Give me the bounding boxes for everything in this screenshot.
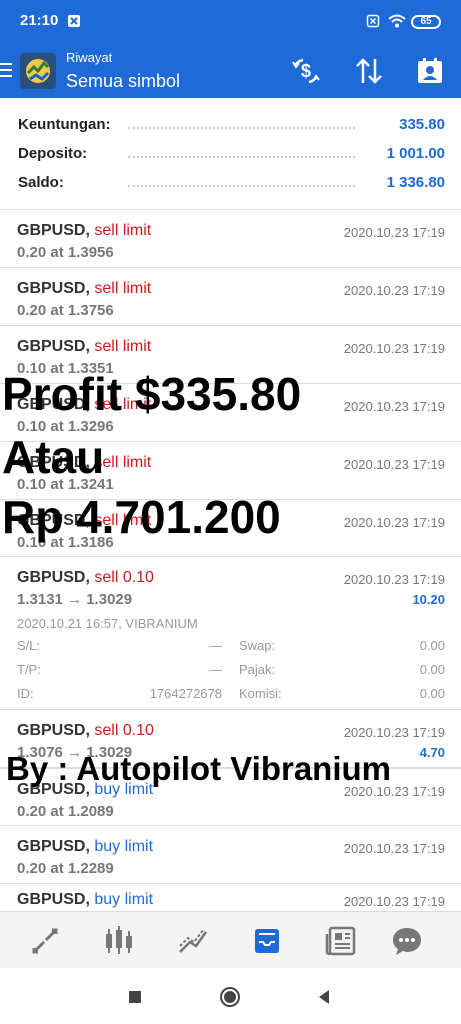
back-icon[interactable] — [313, 986, 335, 1008]
overlay-author-text: By : Autopilot Vibranium — [6, 750, 391, 787]
sl-label: S/L: — [17, 638, 41, 653]
order-volume-price: 0.20 at 1.2089 — [17, 803, 114, 820]
deal-time: 2020.10.23 17:19 — [343, 572, 445, 587]
deal-type: sell 0.10 — [94, 569, 154, 586]
order-time: 2020.10.23 17:19 — [343, 841, 445, 856]
order-time: 2020.10.23 17:19 — [343, 399, 445, 414]
news-icon[interactable] — [324, 924, 358, 958]
commission-value: 0.00 — [419, 686, 445, 701]
balance-row: Saldo: 1 336.80 — [18, 174, 445, 196]
tp-label: T/P: — [17, 662, 41, 677]
order-time: 2020.10.23 17:19 — [343, 515, 445, 530]
bottom-navigation — [0, 911, 461, 968]
commission-label: Komisi: — [239, 686, 282, 701]
tax-value: 0.00 — [419, 662, 445, 677]
order-time: 2020.10.23 17:19 — [343, 341, 445, 356]
deal-prices: 1.3131 → 1.3029 — [17, 591, 133, 608]
order-symbol: GBPUSD, — [17, 338, 90, 355]
header-title[interactable]: Semua simbol — [66, 71, 180, 92]
id-label: ID: — [17, 686, 34, 701]
order-type: buy limit — [94, 891, 154, 908]
chart-icon[interactable] — [102, 924, 136, 958]
trade-icon[interactable] — [28, 924, 62, 958]
deal-symbol: GBPUSD, — [17, 722, 90, 739]
order-symbol: GBPUSD, — [17, 280, 90, 297]
status-bar: 21:10 65 — [0, 0, 461, 40]
recent-apps-icon[interactable] — [124, 986, 146, 1008]
status-time: 21:10 — [20, 12, 59, 29]
indicator-icon[interactable] — [176, 924, 210, 958]
order-type: sell limit — [94, 222, 152, 239]
deal-time: 2020.10.23 17:19 — [343, 725, 445, 740]
wifi-icon — [388, 14, 406, 28]
order-time: 2020.10.23 17:19 — [343, 283, 445, 298]
deal-open-info: 2020.10.21 16:57, VIBRANIUM — [17, 616, 198, 631]
overlay-profit-text: Profit $335.80 — [2, 368, 302, 420]
overlay-rupiah-text: Rp 4.701.200 — [2, 491, 281, 543]
order-volume-price: 0.20 at 1.2289 — [17, 860, 114, 877]
swap-label: Swap: — [239, 638, 276, 653]
swap-value: 0.00 — [419, 638, 445, 653]
deposit-row: Deposito: 1 001.00 — [18, 145, 445, 167]
system-navigation-bar — [0, 968, 461, 1024]
menu-icon[interactable] — [0, 63, 12, 77]
tp-value: — — [209, 662, 222, 677]
profit-value: 335.80 — [393, 116, 445, 133]
order-row[interactable]: GBPUSD, buy limit 2020.10.23 17:19 — [0, 884, 461, 911]
deal-symbol: GBPUSD, — [17, 569, 90, 586]
home-icon[interactable] — [219, 986, 241, 1008]
order-row[interactable]: GBPUSD, sell limit 0.20 at 1.3956 2020.1… — [0, 210, 461, 268]
deposit-label: Deposito: — [18, 145, 94, 162]
deal-type: sell 0.10 — [94, 722, 154, 739]
sim-icon — [366, 14, 380, 28]
chat-icon[interactable] — [390, 924, 424, 958]
svg-text:$: $ — [301, 61, 311, 81]
deal-profit: 4.70 — [419, 745, 445, 760]
order-time: 2020.10.23 17:19 — [343, 225, 445, 240]
history-icon[interactable] — [250, 924, 284, 958]
order-time: 2020.10.23 17:19 — [343, 894, 445, 909]
order-symbol: GBPUSD, — [17, 222, 90, 239]
order-volume-price: 0.20 at 1.3956 — [17, 244, 114, 261]
order-row[interactable]: GBPUSD, sell limit 0.20 at 1.3756 2020.1… — [0, 268, 461, 326]
order-time: 2020.10.23 17:19 — [343, 457, 445, 472]
sort-icon[interactable] — [354, 56, 384, 86]
id-value: 1764272678 — [149, 686, 222, 701]
calendar-icon[interactable] — [415, 56, 445, 86]
order-type: buy limit — [94, 838, 154, 855]
sl-value: — — [209, 638, 222, 653]
account-summary: Keuntungan: 335.80 Deposito: 1 001.00 Sa… — [0, 98, 461, 210]
currency-filter-icon[interactable]: $ — [291, 56, 321, 86]
profit-row: Keuntungan: 335.80 — [18, 116, 445, 138]
battery-indicator: 65 — [411, 15, 441, 29]
deposit-value: 1 001.00 — [380, 145, 445, 162]
order-type: sell limit — [94, 280, 152, 297]
order-symbol: GBPUSD, — [17, 838, 90, 855]
notification-icon — [68, 15, 80, 27]
order-symbol: GBPUSD, — [17, 891, 90, 908]
tax-label: Pajak: — [239, 662, 276, 677]
app-logo — [20, 53, 56, 89]
deal-profit: 10.20 — [412, 592, 445, 607]
order-type: sell limit — [94, 338, 152, 355]
overlay-or-text: Atau — [2, 431, 105, 483]
deal-row-expanded[interactable]: GBPUSD, sell 0.10 1.3131 → 1.3029 2020.1… — [0, 557, 461, 710]
app-bar: 21:10 65 Riwayat Semua simbol $ — [0, 0, 461, 98]
order-row[interactable]: GBPUSD, buy limit 0.20 at 1.2289 2020.10… — [0, 826, 461, 884]
profit-label: Keuntungan: — [18, 116, 117, 133]
header-subtitle: Riwayat — [66, 50, 113, 65]
balance-value: 1 336.80 — [380, 174, 445, 191]
balance-label: Saldo: — [18, 174, 70, 191]
order-volume-price: 0.20 at 1.3756 — [17, 302, 114, 319]
